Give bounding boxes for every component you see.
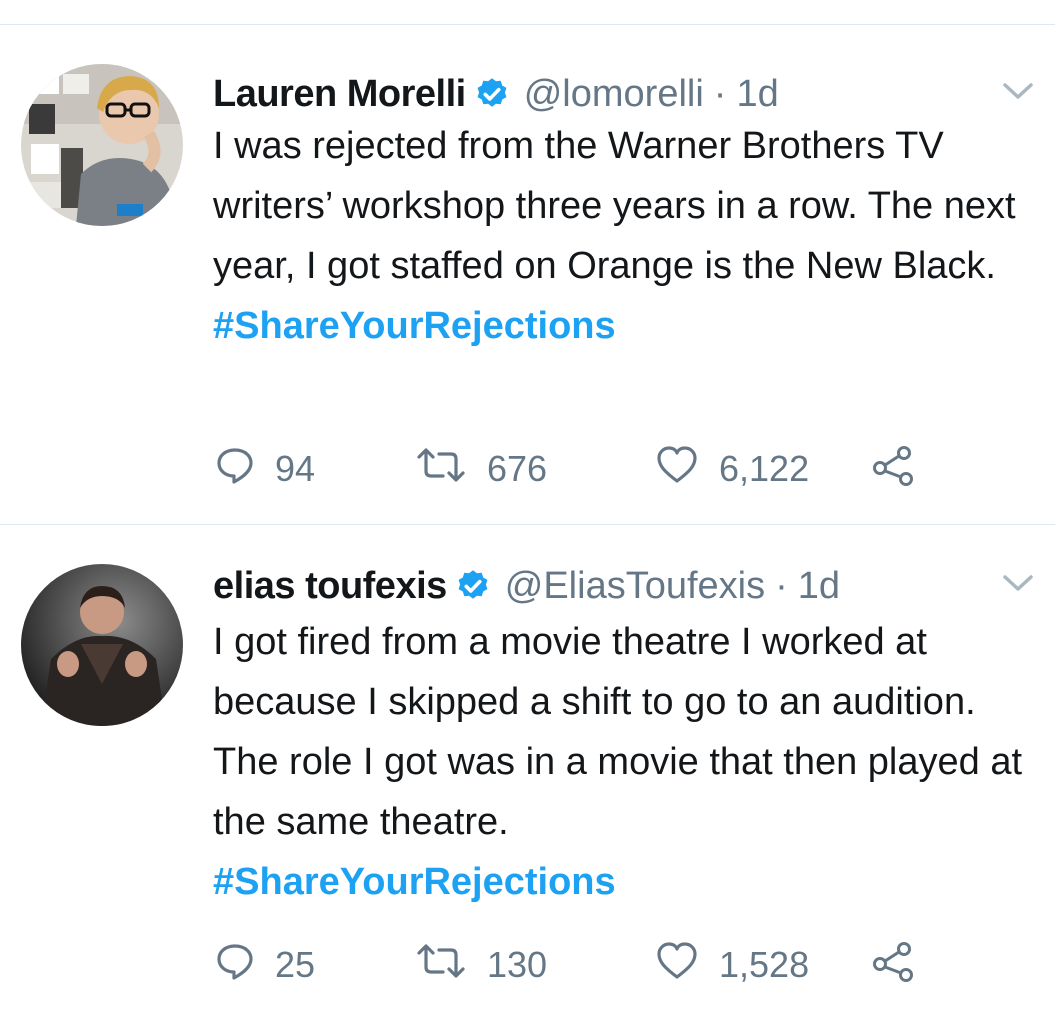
reply-icon	[215, 941, 255, 990]
verified-badge-icon	[474, 76, 510, 112]
tweet-text: I got fired from a movie theatre I worke…	[213, 612, 1033, 912]
tweet-text-content: I got fired from a movie theatre I worke…	[213, 621, 1023, 843]
like-count: 1,528	[719, 944, 810, 985]
tweet-header: elias toufexis @EliasToufexis · 1d	[213, 556, 1035, 616]
chevron-down-icon[interactable]	[1001, 572, 1035, 599]
tweet-actions: 94 676 6,122	[215, 444, 916, 494]
share-icon	[870, 940, 916, 991]
tweet-divider	[0, 524, 1055, 525]
timestamp[interactable]: 1d	[736, 73, 778, 116]
like-button[interactable]: 1,528	[655, 941, 870, 990]
retweet-count: 130	[487, 944, 548, 985]
top-divider	[0, 24, 1055, 25]
retweet-count: 676	[487, 448, 548, 489]
chevron-down-icon[interactable]	[1001, 80, 1035, 107]
reply-icon	[215, 445, 255, 494]
separator-dot: ·	[713, 72, 727, 115]
like-count: 6,122	[719, 448, 810, 489]
hashtag-link[interactable]: #ShareYourRejections	[213, 296, 1033, 356]
retweet-button[interactable]: 130	[415, 941, 655, 990]
author-name[interactable]: Lauren Morelli	[213, 73, 466, 116]
share-icon	[870, 444, 916, 495]
author-handle[interactable]: @lomorelli	[524, 73, 704, 116]
tweet-text-content: I was rejected from the Warner Brothers …	[213, 125, 1016, 287]
reply-button[interactable]: 25	[215, 941, 415, 990]
share-button[interactable]	[870, 444, 916, 495]
reply-button[interactable]: 94	[215, 445, 415, 494]
like-button[interactable]: 6,122	[655, 445, 870, 494]
separator-dot: ·	[775, 564, 788, 607]
tweet-actions: 25 130 1,528	[215, 940, 916, 990]
like-icon	[655, 445, 699, 494]
retweet-icon	[415, 445, 467, 494]
timestamp[interactable]: 1d	[798, 565, 840, 608]
tweet-text: I was rejected from the Warner Brothers …	[213, 116, 1033, 356]
author-name[interactable]: elias toufexis	[213, 565, 447, 608]
retweet-button[interactable]: 676	[415, 445, 655, 494]
verified-badge-icon	[455, 568, 491, 604]
share-button[interactable]	[870, 940, 916, 991]
avatar[interactable]	[21, 564, 183, 726]
tweet-header: Lauren Morelli @lomorelli · 1d	[213, 64, 1035, 124]
retweet-icon	[415, 941, 467, 990]
like-icon	[655, 941, 699, 990]
author-handle[interactable]: @EliasToufexis	[505, 565, 765, 608]
reply-count: 25	[275, 944, 316, 985]
avatar[interactable]	[21, 64, 183, 226]
hashtag-link[interactable]: #ShareYourRejections	[213, 852, 1033, 912]
reply-count: 94	[275, 448, 316, 489]
